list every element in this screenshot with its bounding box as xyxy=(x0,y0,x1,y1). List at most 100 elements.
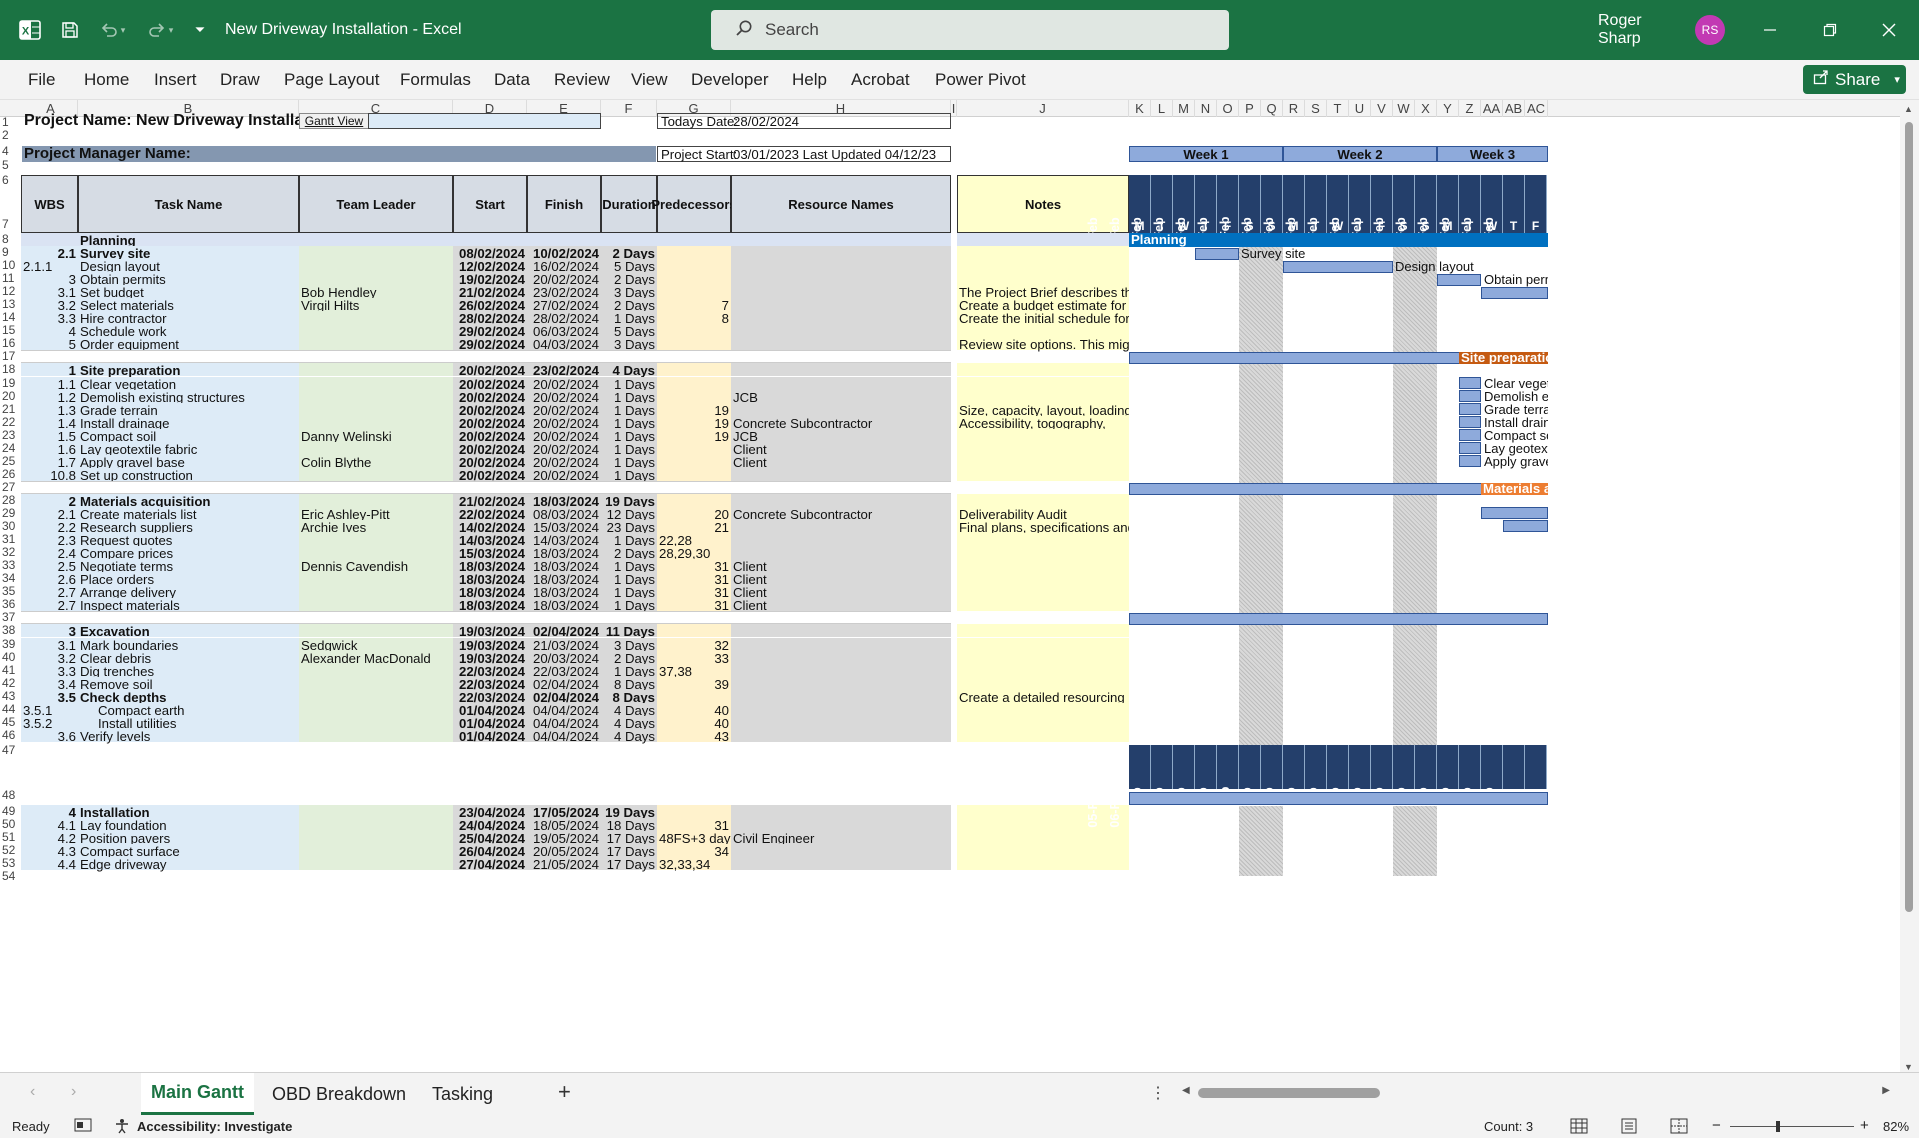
zoom-out-icon[interactable]: − xyxy=(1712,1117,1721,1134)
column-header-j[interactable]: J xyxy=(957,100,1129,117)
menu-acrobat[interactable]: Acrobat xyxy=(851,60,910,100)
row-header-48[interactable]: 48 xyxy=(0,789,24,802)
task-name-cell[interactable]: Edge driveway xyxy=(78,857,298,872)
column-header-ac[interactable]: AC xyxy=(1525,100,1548,117)
gantt-view-button[interactable]: Gantt View xyxy=(299,113,369,129)
avatar[interactable]: RS xyxy=(1695,0,1725,60)
add-sheet-icon[interactable]: + xyxy=(558,1079,571,1105)
project-name-input[interactable] xyxy=(368,113,601,129)
menu-formulas[interactable]: Formulas xyxy=(400,60,471,100)
zoom-slider[interactable] xyxy=(1730,1126,1854,1127)
start-cell[interactable]: 01/04/2024 xyxy=(453,729,527,744)
tab-next-icon[interactable]: › xyxy=(71,1083,76,1101)
column-header-o[interactable]: O xyxy=(1217,100,1239,117)
column-header-n[interactable]: N xyxy=(1195,100,1217,117)
finish-cell[interactable]: 21/05/2024 xyxy=(527,857,601,872)
scroll-down-icon[interactable]: ▼ xyxy=(1904,1062,1913,1072)
search-box[interactable]: Search xyxy=(711,10,1229,50)
menu-data[interactable]: Data xyxy=(494,60,530,100)
cell-fill xyxy=(731,650,951,664)
menu-page-layout[interactable]: Page Layout xyxy=(284,60,379,100)
wbs-cell[interactable]: 4.4 xyxy=(21,857,78,872)
cell-fill xyxy=(299,624,453,638)
column-header-p[interactable]: P xyxy=(1239,100,1261,117)
tab-main-gantt[interactable]: Main Gantt xyxy=(141,1073,254,1115)
header-res: Resource Names xyxy=(731,175,951,233)
menu-power-pivot[interactable]: Power Pivot xyxy=(935,60,1026,100)
page-break-view-icon[interactable] xyxy=(1670,1118,1688,1137)
scroll-left-icon[interactable]: ◀ xyxy=(1182,1085,1190,1096)
header-duration: Duration xyxy=(601,175,657,233)
column-header-z[interactable]: Z xyxy=(1459,100,1481,117)
predecessors-cell[interactable]: 43 xyxy=(657,729,731,744)
menu-draw[interactable]: Draw xyxy=(220,60,260,100)
row-header-4[interactable]: 4 xyxy=(0,145,24,158)
column-header-y[interactable]: Y xyxy=(1437,100,1459,117)
menu-review[interactable]: Review xyxy=(554,60,610,100)
row-header-5[interactable]: 5 xyxy=(0,159,24,172)
menu-view[interactable]: View xyxy=(631,60,668,100)
scroll-up-icon[interactable]: ▲ xyxy=(1904,104,1913,114)
menu-help[interactable]: Help xyxy=(792,60,827,100)
vertical-scroll-thumb[interactable] xyxy=(1905,122,1913,912)
column-header-r[interactable]: R xyxy=(1283,100,1305,117)
restore-icon[interactable] xyxy=(1807,0,1853,60)
redo-icon[interactable]: ▾ xyxy=(140,0,180,60)
scroll-right-icon[interactable]: ▶ xyxy=(1882,1085,1890,1096)
row-header-2[interactable]: 2 xyxy=(0,129,24,142)
spreadsheet-grid[interactable]: A B C D E F G H I J K L M N O P Q R S T U V W X Y Z AA AB AC 1245678… xyxy=(0,100,1900,1072)
page-layout-view-icon[interactable] xyxy=(1620,1118,1638,1137)
wbs-cell[interactable]: 3.6 xyxy=(21,729,78,744)
column-header-ab[interactable]: AB xyxy=(1503,100,1525,117)
minimize-icon[interactable] xyxy=(1747,0,1793,60)
tab-obd-breakdown[interactable]: OBD Breakdown xyxy=(262,1073,416,1115)
share-dropdown-icon[interactable]: ▾ xyxy=(1894,73,1900,86)
column-header-u[interactable]: U xyxy=(1349,100,1371,117)
column-header-l[interactable]: L xyxy=(1151,100,1173,117)
predecessors-cell[interactable]: 32,33,34 xyxy=(657,857,731,872)
customize-toolbar-icon[interactable]: ⏷ xyxy=(188,0,212,60)
share-button[interactable]: Share ▾ xyxy=(1803,65,1906,94)
horizontal-scrollbar[interactable]: ◀ ▶ xyxy=(1178,1085,1898,1101)
tab-prev-icon[interactable]: ‹ xyxy=(30,1083,35,1101)
row-header-47[interactable]: 47 xyxy=(0,744,24,757)
tab-tasking[interactable]: Tasking xyxy=(422,1073,503,1115)
normal-view-icon[interactable] xyxy=(1570,1118,1588,1137)
zoom-slider-thumb[interactable] xyxy=(1776,1121,1780,1132)
column-header-q[interactable]: Q xyxy=(1261,100,1283,117)
more-options-icon[interactable]: ⋮ xyxy=(1150,1083,1166,1103)
column-header-aa[interactable]: AA xyxy=(1481,100,1503,117)
column-header-m[interactable]: M xyxy=(1173,100,1195,117)
menu-developer[interactable]: Developer xyxy=(691,60,769,100)
accessibility-status[interactable]: Accessibility: Investigate xyxy=(137,1119,292,1134)
finish-cell[interactable]: 04/04/2024 xyxy=(527,729,601,744)
cell-fill xyxy=(957,389,1129,403)
zoom-level[interactable]: 82% xyxy=(1883,1119,1909,1134)
accessibility-icon[interactable] xyxy=(114,1118,130,1137)
notes-cell[interactable]: Review site options. This might xyxy=(957,337,1129,352)
column-header-f[interactable]: F xyxy=(601,100,657,117)
macro-record-icon[interactable] xyxy=(74,1118,92,1135)
close-icon[interactable] xyxy=(1866,0,1912,60)
duration-cell[interactable]: 17 Days xyxy=(601,857,657,872)
column-header-t[interactable]: T xyxy=(1327,100,1349,117)
vertical-scrollbar[interactable]: ▲ ▼ xyxy=(1900,100,1919,1072)
date-header-repeat: 07-Feb xyxy=(1130,745,1195,827)
menu-insert[interactable]: Insert xyxy=(154,60,197,100)
task-name-cell[interactable]: Verify levels xyxy=(78,729,298,744)
duration-cell[interactable]: 4 Days xyxy=(601,729,657,744)
menu-home[interactable]: Home xyxy=(84,60,129,100)
menu-file[interactable]: File xyxy=(28,60,55,100)
cell-fill xyxy=(299,689,453,703)
horizontal-scroll-thumb[interactable] xyxy=(1198,1088,1380,1098)
column-header-x[interactable]: X xyxy=(1415,100,1437,117)
save-icon[interactable] xyxy=(54,0,86,60)
row-header-1[interactable]: 1 xyxy=(0,116,24,129)
column-header-s[interactable]: S xyxy=(1305,100,1327,117)
column-header-v[interactable]: V xyxy=(1371,100,1393,117)
zoom-in-icon[interactable]: + xyxy=(1860,1117,1869,1134)
column-header-w[interactable]: W xyxy=(1393,100,1415,117)
column-header-k[interactable]: K xyxy=(1129,100,1151,117)
start-cell[interactable]: 27/04/2024 xyxy=(453,857,527,872)
undo-icon[interactable]: ▾ xyxy=(92,0,132,60)
